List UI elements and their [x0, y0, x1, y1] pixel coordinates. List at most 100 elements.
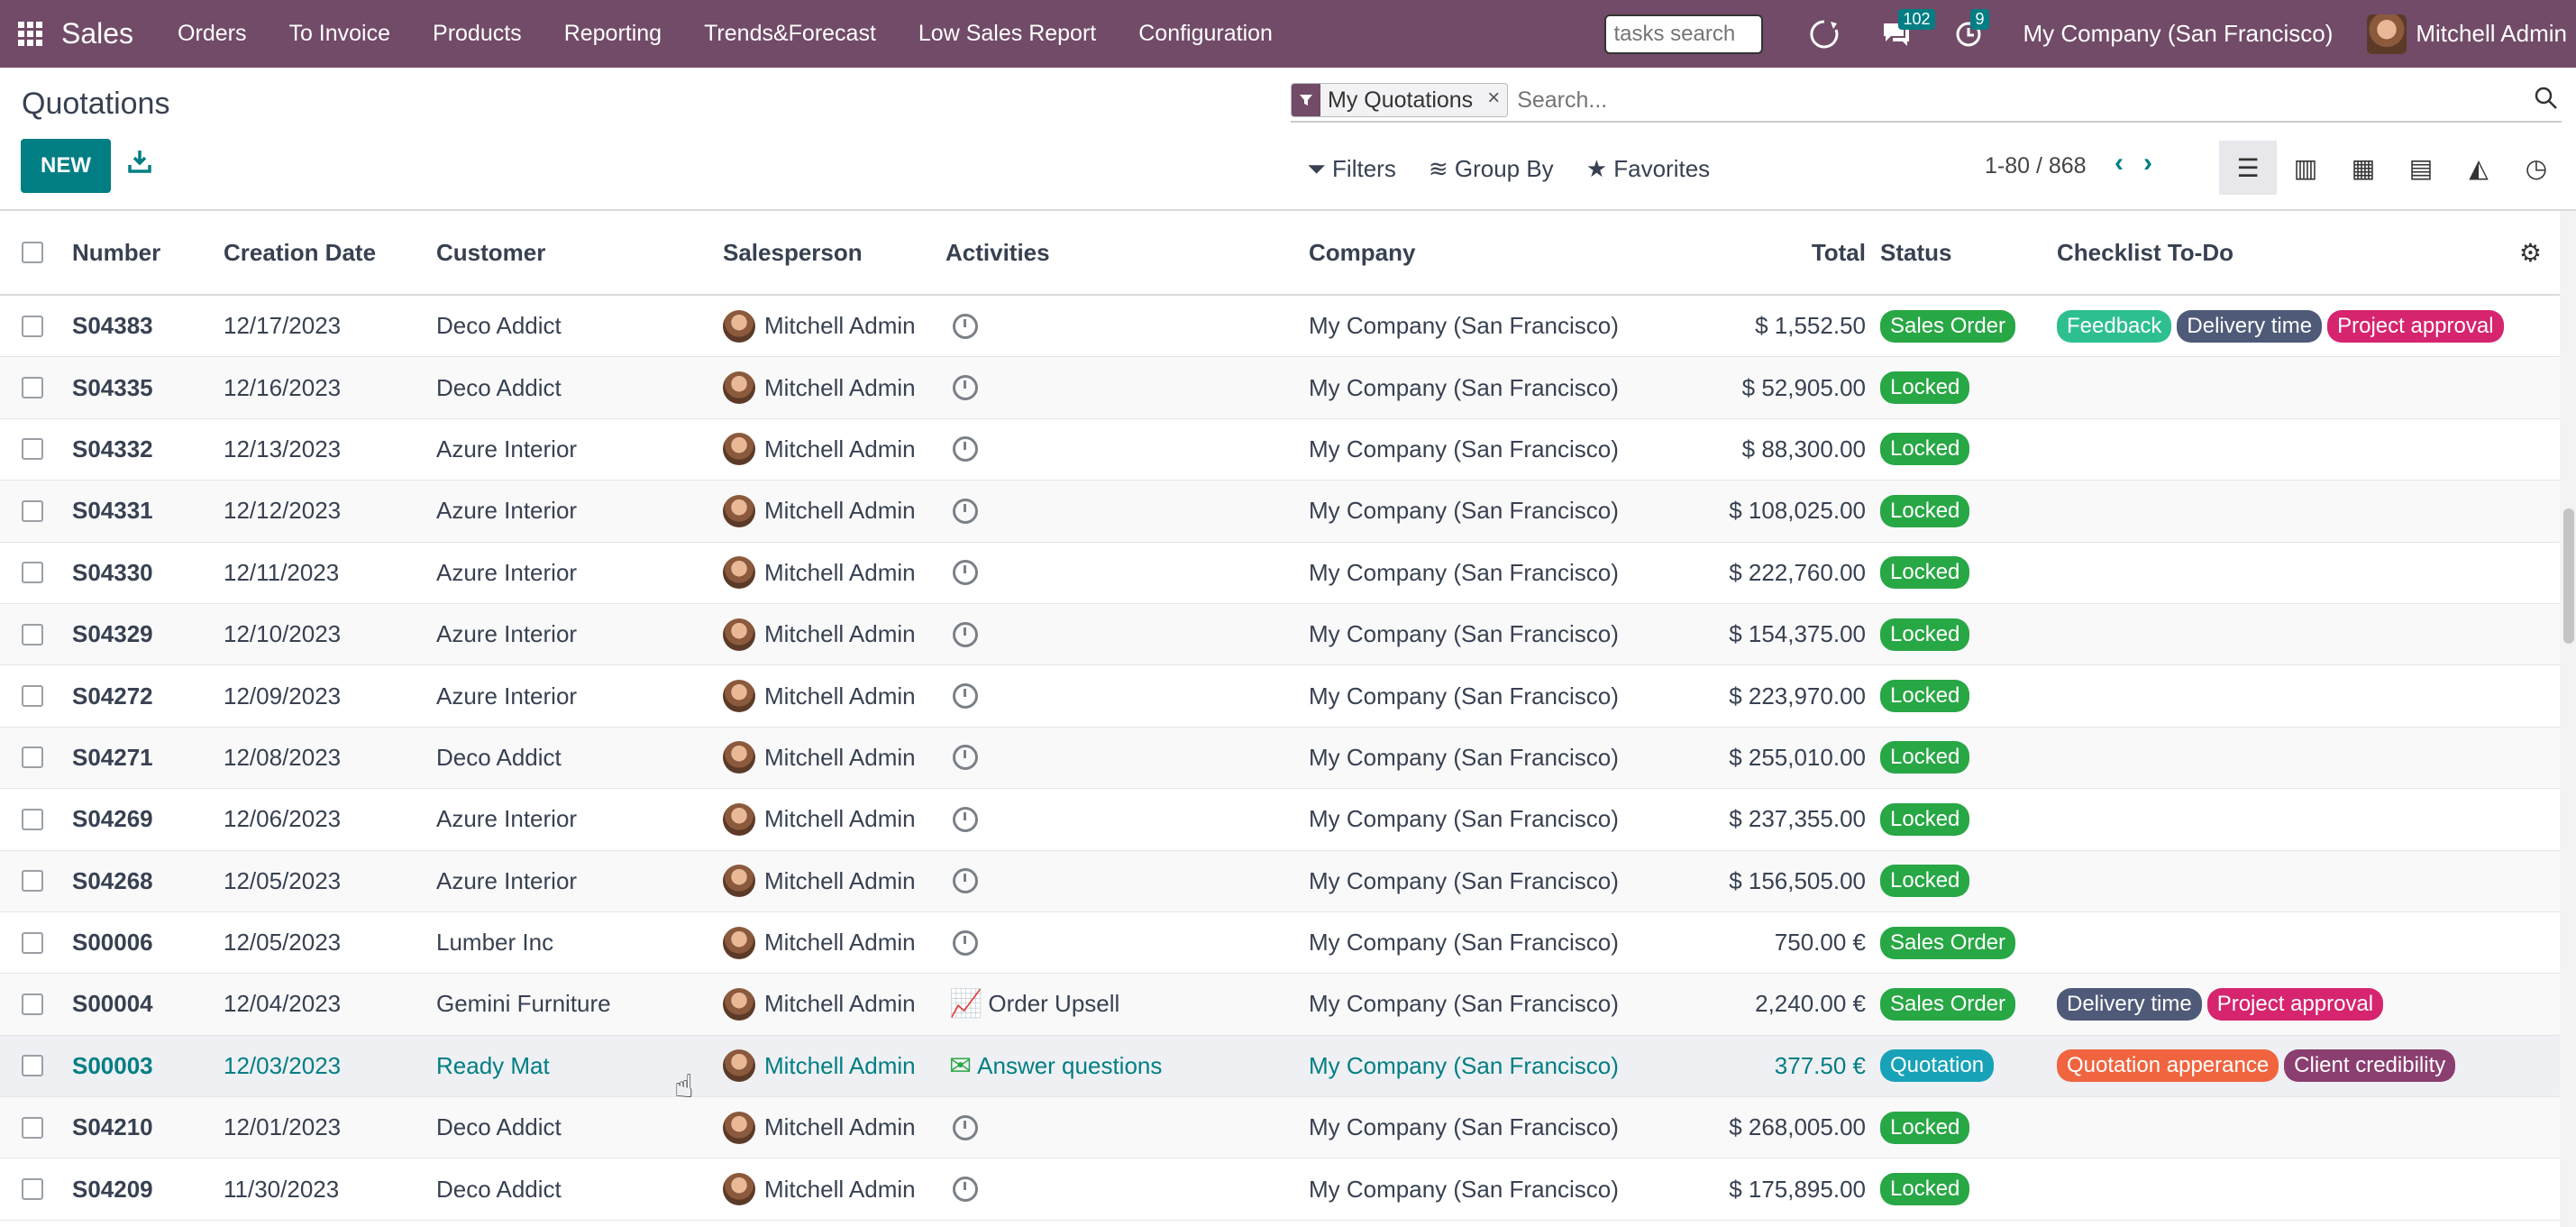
salesperson-avatar[interactable] — [723, 741, 755, 774]
activities-cell[interactable] — [945, 498, 1309, 524]
activities-cell[interactable] — [945, 375, 1309, 401]
row-checkbox[interactable] — [22, 438, 43, 461]
header-number[interactable]: Number — [72, 239, 224, 267]
activity-clock-icon[interactable] — [953, 313, 978, 339]
facet-remove-icon[interactable]: × — [1480, 84, 1507, 116]
activities-cell[interactable] — [945, 1114, 1309, 1140]
pager-value[interactable]: 1-80 / 868 — [1985, 153, 2087, 179]
kanban-view-icon[interactable]: ▥ — [2277, 141, 2334, 195]
user-avatar[interactable] — [2367, 14, 2407, 54]
activity-clock-icon[interactable] — [953, 868, 978, 894]
salesperson-avatar[interactable] — [723, 371, 755, 405]
salesperson-avatar[interactable] — [723, 618, 755, 651]
activity-clock-icon[interactable] — [953, 806, 978, 832]
activity-clock-icon[interactable] — [953, 1177, 978, 1203]
table-row[interactable]: S00003 12/03/2023 Ready Mat Mitchell Admin ✉… — [0, 1035, 2560, 1098]
row-checkbox[interactable] — [22, 808, 43, 830]
activity-summary[interactable]: Answer questions — [977, 1052, 1162, 1080]
activities-cell[interactable] — [945, 929, 1309, 956]
activities-cell[interactable] — [945, 868, 1309, 894]
activities-cell[interactable] — [945, 560, 1309, 586]
activity-clock-icon[interactable] — [953, 745, 978, 771]
row-checkbox[interactable] — [22, 870, 43, 893]
row-checkbox[interactable] — [22, 1178, 43, 1201]
nav-item-orders[interactable]: Orders — [178, 21, 246, 47]
row-checkbox[interactable] — [22, 623, 43, 646]
activity-clock-icon[interactable] — [953, 621, 978, 647]
optional-columns-icon[interactable]: ⚙ — [2519, 238, 2542, 268]
salesperson-avatar[interactable] — [723, 309, 755, 343]
salesperson-avatar[interactable] — [723, 1049, 755, 1083]
list-view-icon[interactable]: ☰ — [2219, 141, 2277, 195]
activity-clock-icon[interactable] — [953, 1114, 978, 1140]
pager-previous-icon[interactable]: ‹ — [2115, 148, 2124, 179]
calendar-view-icon[interactable]: ▦ — [2334, 141, 2392, 195]
activity-clock-icon[interactable] — [953, 929, 978, 956]
activity-clock-icon[interactable] — [953, 436, 978, 462]
vertical-scrollbar[interactable] — [2560, 211, 2576, 1227]
pivot-view-icon[interactable]: ▤ — [2392, 141, 2450, 195]
groupby-toggle[interactable]: ≋ Group By — [1429, 155, 1554, 184]
activities-cell[interactable] — [945, 745, 1309, 771]
activities-cell[interactable]: 📈 Order Upsell — [945, 988, 1309, 1020]
activities-cell[interactable] — [945, 806, 1309, 832]
salesperson-avatar[interactable] — [723, 987, 755, 1021]
row-checkbox[interactable] — [22, 377, 43, 399]
header-customer[interactable]: Customer — [436, 239, 723, 267]
table-row[interactable]: S04329 12/10/2023 Azure Interior Mitchell A… — [0, 603, 2560, 666]
activities-cell[interactable] — [945, 313, 1309, 339]
graph-view-icon[interactable]: ◭ — [2450, 141, 2507, 195]
row-checkbox[interactable] — [22, 315, 43, 337]
activities-cell[interactable] — [945, 436, 1309, 462]
row-checkbox[interactable] — [22, 685, 43, 708]
apps-menu-icon[interactable] — [18, 21, 43, 47]
nav-item-low-sales-report[interactable]: Low Sales Report — [918, 21, 1096, 47]
salesperson-avatar[interactable] — [723, 556, 755, 590]
table-row[interactable]: S04210 12/01/2023 Deco Addict Mitchell Admi… — [0, 1097, 2560, 1159]
header-creation-date[interactable]: Creation Date — [224, 239, 436, 267]
salesperson-avatar[interactable] — [723, 433, 755, 466]
company-switcher[interactable]: My Company (San Francisco) — [2023, 20, 2333, 48]
app-brand[interactable]: Sales — [61, 17, 133, 50]
nav-item-products[interactable]: Products — [433, 21, 522, 47]
table-row[interactable]: S04209 11/30/2023 Deco Addict Mitchell Admi… — [0, 1158, 2560, 1221]
search-input[interactable] — [1517, 87, 2419, 114]
salesperson-avatar[interactable] — [723, 926, 755, 959]
salesperson-avatar[interactable] — [723, 1173, 755, 1206]
favorites-toggle[interactable]: ★ Favorites — [1586, 155, 1710, 184]
row-checkbox[interactable] — [22, 1055, 43, 1077]
nav-item-to-invoice[interactable]: To Invoice — [288, 21, 390, 47]
table-row[interactable]: S04383 12/17/2023 Deco Addict Mitchell Admi… — [0, 296, 2560, 358]
row-checkbox[interactable] — [22, 1116, 43, 1139]
activities-cell[interactable]: ✉ Answer questions — [945, 1050, 1309, 1082]
table-row[interactable]: S00006 12/05/2023 Lumber Inc Mitchell Admin… — [0, 912, 2560, 975]
filters-toggle[interactable]: ⏷ Filters — [1307, 155, 1396, 184]
activities-clock-icon[interactable]: 9 — [1950, 8, 1989, 52]
upsell-chart-icon[interactable]: 📈 — [949, 988, 982, 1020]
select-all-checkbox[interactable] — [22, 242, 43, 263]
salesperson-avatar[interactable] — [723, 1111, 755, 1144]
header-activities[interactable]: Activities — [945, 239, 1309, 267]
table-row[interactable]: S04269 12/06/2023 Azure Interior Mitchell A… — [0, 789, 2560, 851]
messages-icon[interactable]: 102 — [1878, 8, 1935, 52]
salesperson-avatar[interactable] — [723, 680, 755, 713]
envelope-icon[interactable]: ✉ — [949, 1050, 972, 1082]
search-icon[interactable] — [2535, 87, 2558, 116]
activity-summary[interactable]: Order Upsell — [988, 990, 1119, 1018]
pager-next-icon[interactable]: › — [2143, 148, 2152, 179]
user-menu[interactable]: Mitchell Admin — [2416, 20, 2567, 48]
salesperson-avatar[interactable] — [723, 494, 755, 527]
download-icon[interactable] — [127, 149, 154, 176]
scrollbar-thumb[interactable] — [2563, 508, 2574, 644]
row-checkbox[interactable] — [22, 499, 43, 522]
nav-item-configuration[interactable]: Configuration — [1138, 21, 1273, 47]
activity-clock-icon[interactable] — [953, 498, 978, 524]
row-checkbox[interactable] — [22, 562, 43, 584]
row-checkbox[interactable] — [22, 993, 43, 1015]
table-row[interactable]: S04332 12/13/2023 Azure Interior Mitchell A… — [0, 419, 2560, 481]
table-row[interactable]: S00004 12/04/2023 Gemini Furniture Mitchell… — [0, 974, 2560, 1036]
nav-item-trends-forecast[interactable]: Trends&Forecast — [704, 21, 876, 47]
activity-view-icon[interactable]: ◷ — [2507, 141, 2565, 195]
header-total[interactable]: Total — [1673, 239, 1866, 267]
voip-icon[interactable] — [1806, 16, 1842, 52]
